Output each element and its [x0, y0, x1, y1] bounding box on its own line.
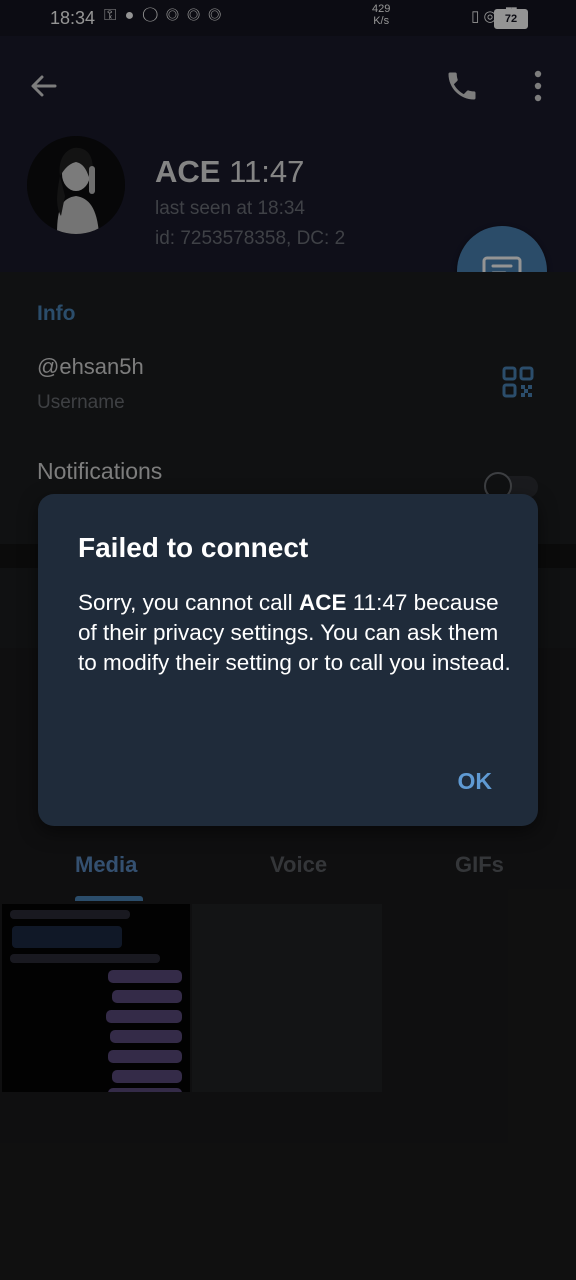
dialog-message: Sorry, you cannot call ACE 11:47 because…: [78, 590, 511, 675]
failed-to-connect-dialog: Failed to connect Sorry, you cannot call…: [38, 494, 538, 826]
ok-button[interactable]: OK: [458, 768, 493, 795]
dialog-title: Failed to connect: [78, 532, 309, 563]
